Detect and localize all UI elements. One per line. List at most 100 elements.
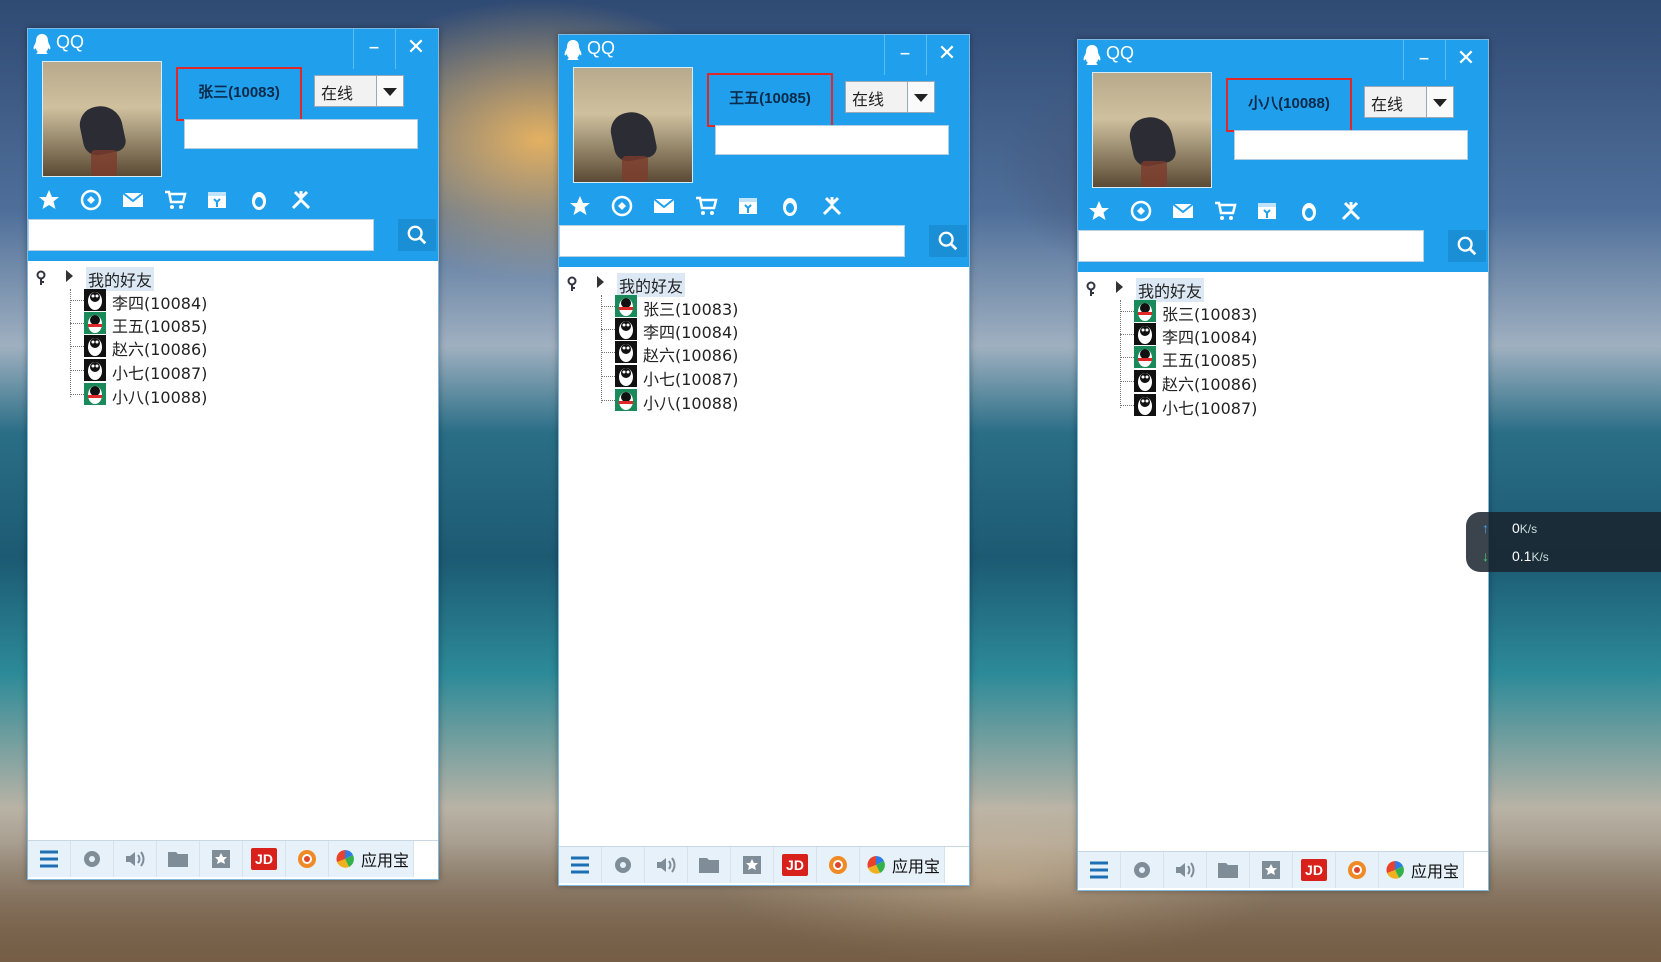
app-store-button[interactable]: 应用宝 (329, 841, 414, 877)
avatar[interactable] (42, 61, 162, 177)
close-button[interactable]: ✕ (1445, 40, 1486, 80)
search-input[interactable] (559, 225, 905, 257)
download-value: 0.1 (1512, 548, 1532, 564)
friend-name: 赵六(10086) (112, 340, 208, 359)
status-dropdown[interactable]: 在线 (845, 81, 935, 113)
penguin-avatar-icon (615, 341, 637, 363)
avatar[interactable] (1092, 72, 1212, 188)
close-button[interactable]: ✕ (395, 29, 436, 69)
search-button[interactable] (398, 219, 436, 251)
download-arrow-icon: ↓ (1482, 548, 1489, 564)
jd-button[interactable]: JD (243, 841, 286, 877)
favorites-icon (743, 856, 761, 874)
tools-icon[interactable] (280, 183, 322, 217)
qzone-icon[interactable] (1120, 194, 1162, 228)
settings-button[interactable] (1121, 852, 1164, 888)
menu-button[interactable] (1078, 852, 1121, 888)
search-row (28, 219, 438, 253)
cart-icon[interactable] (685, 189, 727, 223)
group-label: 我的好友 (86, 267, 155, 291)
favorites-button[interactable] (200, 841, 243, 877)
volume-button[interactable] (645, 847, 688, 883)
star-icon[interactable] (28, 183, 70, 217)
volume-button[interactable] (114, 841, 157, 877)
qq-logo-icon (564, 40, 582, 60)
settings-button[interactable] (602, 847, 645, 883)
minimize-button[interactable]: – (353, 29, 394, 69)
cart-icon[interactable] (1204, 194, 1246, 228)
qzone-icon[interactable] (70, 183, 112, 217)
menu-button[interactable] (559, 847, 602, 883)
friend-name: 小七(10087) (1162, 399, 1258, 418)
star-icon[interactable] (1078, 194, 1120, 228)
app-store-icon (1386, 861, 1404, 879)
qzone-icon[interactable] (601, 189, 643, 223)
penguin-game-icon[interactable] (769, 189, 811, 223)
mail-icon[interactable] (643, 189, 685, 223)
upload-unit: K/s (1519, 522, 1538, 536)
favorites-button[interactable] (731, 847, 774, 883)
app-icon (829, 856, 847, 874)
title-bar: QQ – ✕ (559, 35, 969, 75)
upload-arrow-icon: ↑ (1482, 520, 1489, 536)
search-input[interactable] (1078, 230, 1424, 262)
signature-input[interactable] (1234, 130, 1468, 160)
penguin-game-icon[interactable] (1288, 194, 1330, 228)
expand-arrow-icon[interactable] (66, 270, 73, 282)
settings-button[interactable] (71, 841, 114, 877)
volume-button[interactable] (1164, 852, 1207, 888)
penguin-game-icon[interactable] (238, 183, 280, 217)
chevron-down-icon[interactable] (907, 82, 934, 112)
penguin-avatar-icon (84, 383, 106, 405)
minimize-button[interactable]: – (884, 35, 925, 75)
mail-icon[interactable] (1162, 194, 1204, 228)
app-button[interactable] (1336, 852, 1379, 888)
close-icon: ✕ (937, 41, 957, 66)
app-store-icon (867, 856, 885, 874)
app-button[interactable] (286, 841, 329, 877)
favorites-button[interactable] (1250, 852, 1293, 888)
signature-input[interactable] (184, 119, 418, 149)
cart-icon[interactable] (154, 183, 196, 217)
search-button[interactable] (929, 225, 967, 257)
friend-name: 赵六(10086) (643, 346, 739, 365)
status-dropdown[interactable]: 在线 (314, 75, 404, 107)
volume-icon (126, 851, 145, 867)
minimize-button[interactable]: – (1403, 40, 1444, 80)
chevron-down-icon[interactable] (376, 76, 403, 106)
app-store-button[interactable]: 应用宝 (860, 847, 945, 883)
signature-input[interactable] (715, 125, 949, 155)
app-title: QQ (56, 32, 85, 52)
penguin-avatar-icon (84, 359, 106, 381)
menu-button[interactable] (28, 841, 71, 877)
chevron-down-icon[interactable] (1426, 87, 1453, 117)
folder-button[interactable] (1207, 852, 1250, 888)
avatar[interactable] (573, 67, 693, 183)
star-icon[interactable] (559, 189, 601, 223)
close-button[interactable]: ✕ (926, 35, 967, 75)
jd-button[interactable]: JD (1293, 852, 1336, 888)
network-speed-widget[interactable]: ↑ 0K/s ↓ 0.1K/s (1466, 512, 1661, 572)
wallet-icon[interactable] (196, 183, 238, 217)
group-label: 我的好友 (1136, 278, 1205, 302)
wallet-icon[interactable] (727, 189, 769, 223)
jd-button[interactable]: JD (774, 847, 817, 883)
folder-button[interactable] (688, 847, 731, 883)
tools-icon[interactable] (811, 189, 853, 223)
wallet-icon[interactable] (1246, 194, 1288, 228)
search-input[interactable] (28, 219, 374, 251)
qq-logo-icon (1083, 45, 1101, 65)
app-store-button[interactable]: 应用宝 (1379, 852, 1464, 888)
search-button[interactable] (1448, 230, 1486, 262)
mail-icon[interactable] (112, 183, 154, 217)
folder-button[interactable] (157, 841, 200, 877)
penguin-avatar-icon (1134, 323, 1156, 345)
app-button[interactable] (817, 847, 860, 883)
penguin-avatar-icon (84, 312, 106, 334)
friend-name: 小七(10087) (112, 364, 208, 383)
expand-arrow-icon[interactable] (597, 276, 604, 288)
tools-icon[interactable] (1330, 194, 1372, 228)
penguin-avatar-icon (615, 318, 637, 340)
status-dropdown[interactable]: 在线 (1364, 86, 1454, 118)
expand-arrow-icon[interactable] (1116, 281, 1123, 293)
